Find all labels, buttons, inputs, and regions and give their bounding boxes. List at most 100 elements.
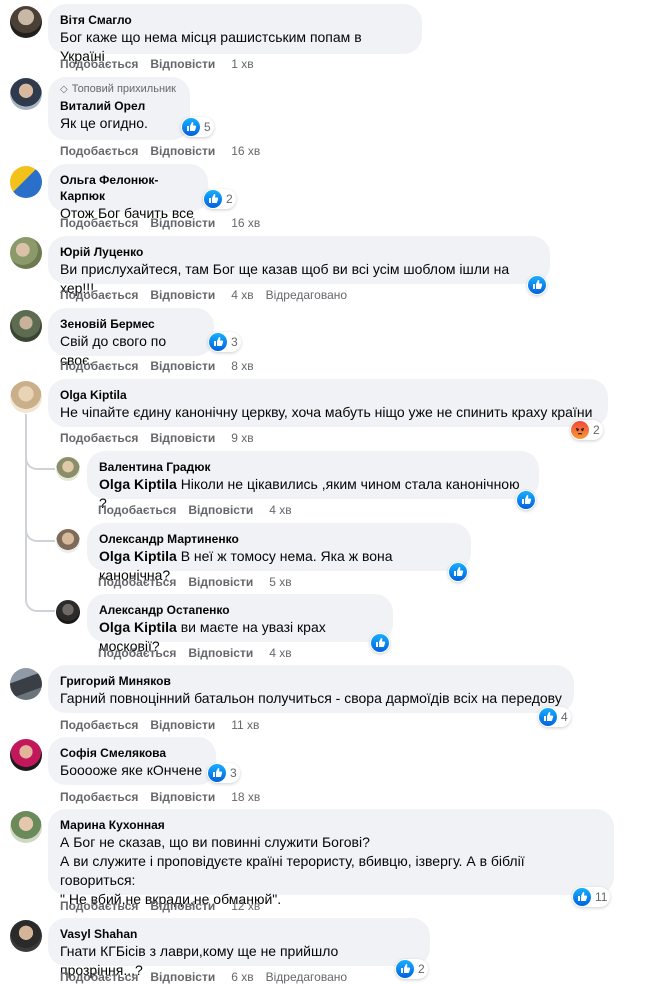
reaction-count[interactable]: 2 <box>203 189 236 209</box>
like-button[interactable]: Подобається <box>60 288 138 302</box>
like-button[interactable]: Подобається <box>60 970 138 984</box>
reply-button[interactable]: Відповісти <box>150 431 215 445</box>
reply-button[interactable]: Відповісти <box>150 899 215 913</box>
comment-author[interactable]: Юрій Луценко <box>60 244 538 260</box>
like-button[interactable]: Подобається <box>60 718 138 732</box>
timestamp[interactable]: 12 хв <box>231 899 260 913</box>
like-button[interactable]: Подобається <box>60 144 138 158</box>
like-reaction-icon <box>208 764 226 782</box>
comment-bubble: Зеновій Бермес Свій до свого по своє. <box>48 308 214 368</box>
timestamp[interactable]: 4 хв <box>269 646 291 660</box>
edited-label[interactable]: Відредаговано <box>266 970 347 984</box>
reply-button[interactable]: Відповісти <box>150 790 215 804</box>
mention-link[interactable]: Olga Kiptila <box>99 548 177 564</box>
reaction-count[interactable]: 2 <box>570 420 603 440</box>
timestamp[interactable]: 6 хв <box>231 970 253 984</box>
reaction-count[interactable] <box>448 562 468 582</box>
reply-button[interactable]: Відповісти <box>188 575 253 589</box>
comment-actions: Подобається Відповісти 12 хв <box>60 899 272 913</box>
reaction-count[interactable] <box>370 633 390 653</box>
reaction-count[interactable]: 4 <box>538 707 571 727</box>
timestamp[interactable]: 1 хв <box>231 57 253 71</box>
like-reaction-icon <box>371 634 389 652</box>
reaction-count[interactable]: 3 <box>208 332 241 352</box>
like-button[interactable]: Подобається <box>98 646 176 660</box>
avatar[interactable] <box>10 381 42 413</box>
like-button[interactable]: Подобається <box>60 359 138 373</box>
like-button[interactable]: Подобається <box>98 503 176 517</box>
reaction-count[interactable]: 3 <box>207 763 240 783</box>
like-reaction-icon <box>396 960 414 978</box>
edited-label[interactable]: Відредаговано <box>266 288 347 302</box>
like-button[interactable]: Подобається <box>60 57 138 71</box>
avatar[interactable] <box>56 600 80 624</box>
reaction-count[interactable]: 5 <box>181 117 214 137</box>
comment-actions: Подобається Відповісти 16 хв <box>60 216 272 230</box>
reply-button[interactable]: Відповісти <box>150 216 215 230</box>
timestamp[interactable]: 11 хв <box>231 718 259 732</box>
mention-link[interactable]: Olga Kiptila <box>99 619 177 635</box>
mention-link[interactable]: Olga Kiptila <box>99 476 177 492</box>
comment-author[interactable]: Зеновій Бермес <box>60 316 202 332</box>
comment-bubble: Софія Смелякова Бооооже яке кОнчене <box>48 737 216 785</box>
reaction-count[interactable] <box>516 490 536 510</box>
reaction-count[interactable]: 11 <box>572 887 611 907</box>
reply-button[interactable]: Відповісти <box>188 503 253 517</box>
timestamp[interactable]: 16 хв <box>231 144 260 158</box>
avatar[interactable] <box>10 166 42 198</box>
comment-author[interactable]: Виталий Орел <box>60 98 178 114</box>
reply-button[interactable]: Відповісти <box>150 359 215 373</box>
reply-button[interactable]: Відповісти <box>150 144 215 158</box>
reply-button[interactable]: Відповісти <box>188 646 253 660</box>
thread-connector <box>25 454 55 470</box>
like-button[interactable]: Подобається <box>60 431 138 445</box>
comment-author[interactable]: Валентина Градюк <box>99 459 527 475</box>
comment-bubble: ◇ Топовий прихильник Виталий Орел Як це … <box>48 77 190 140</box>
timestamp[interactable]: 9 хв <box>231 431 253 445</box>
comment-author[interactable]: Григорий Миняков <box>60 673 562 689</box>
comment-author[interactable]: Olga Kiptila <box>60 387 596 403</box>
avatar[interactable] <box>10 237 42 269</box>
comment-bubble: Олександр Мартиненко Olga Kiptila В неї … <box>87 523 471 583</box>
like-button[interactable]: Подобається <box>60 899 138 913</box>
comment-author[interactable]: Вітя Смагло <box>60 12 410 28</box>
comment-author[interactable]: Олександр Мартиненко <box>99 531 459 547</box>
like-button[interactable]: Подобається <box>60 216 138 230</box>
comment-author[interactable]: Vasyl Shahan <box>60 926 418 942</box>
comment-bubble: Вітя Смагло Бог каже що нема місця рашис… <box>48 4 422 64</box>
comment-author[interactable]: Софія Смелякова <box>60 745 204 761</box>
reaction-number: 2 <box>593 423 600 437</box>
avatar[interactable] <box>10 78 42 110</box>
comment-bubble: Ольга Фелонюк-Карпюк Отож Бог бачить все <box>48 164 208 221</box>
timestamp[interactable]: 16 хв <box>231 216 260 230</box>
avatar[interactable] <box>10 668 42 700</box>
avatar[interactable] <box>10 310 42 342</box>
timestamp[interactable]: 4 хв <box>231 288 253 302</box>
timestamp[interactable]: 18 хв <box>231 790 260 804</box>
timestamp[interactable]: 5 хв <box>269 575 291 589</box>
avatar[interactable] <box>10 6 42 38</box>
like-reaction-icon <box>539 708 557 726</box>
reply-button[interactable]: Відповісти <box>150 288 215 302</box>
reaction-count[interactable]: 2 <box>395 959 428 979</box>
reply-button[interactable]: Відповісти <box>150 970 215 984</box>
comment-author[interactable]: Марина Кухонная <box>60 817 602 833</box>
avatar[interactable] <box>10 920 42 952</box>
avatar[interactable] <box>10 739 42 771</box>
comment-author[interactable]: Александр Остапенко <box>99 602 381 618</box>
avatar[interactable] <box>56 457 80 481</box>
like-button[interactable]: Подобається <box>98 575 176 589</box>
top-fan-badge: ◇ Топовий прихильник <box>60 83 178 95</box>
timestamp[interactable]: 4 хв <box>269 503 291 517</box>
reaction-count[interactable] <box>527 275 547 295</box>
like-button[interactable]: Подобається <box>60 790 138 804</box>
like-reaction-icon <box>573 888 591 906</box>
avatar[interactable] <box>10 811 42 843</box>
like-reaction-icon <box>204 190 222 208</box>
avatar[interactable] <box>56 529 80 553</box>
comment-actions: Подобається Відповісти 4 хв Відредагован… <box>60 288 359 302</box>
reply-button[interactable]: Відповісти <box>150 57 215 71</box>
comment-author[interactable]: Ольга Фелонюк-Карпюк <box>60 172 196 204</box>
timestamp[interactable]: 8 хв <box>231 359 253 373</box>
reply-button[interactable]: Відповісти <box>150 718 215 732</box>
